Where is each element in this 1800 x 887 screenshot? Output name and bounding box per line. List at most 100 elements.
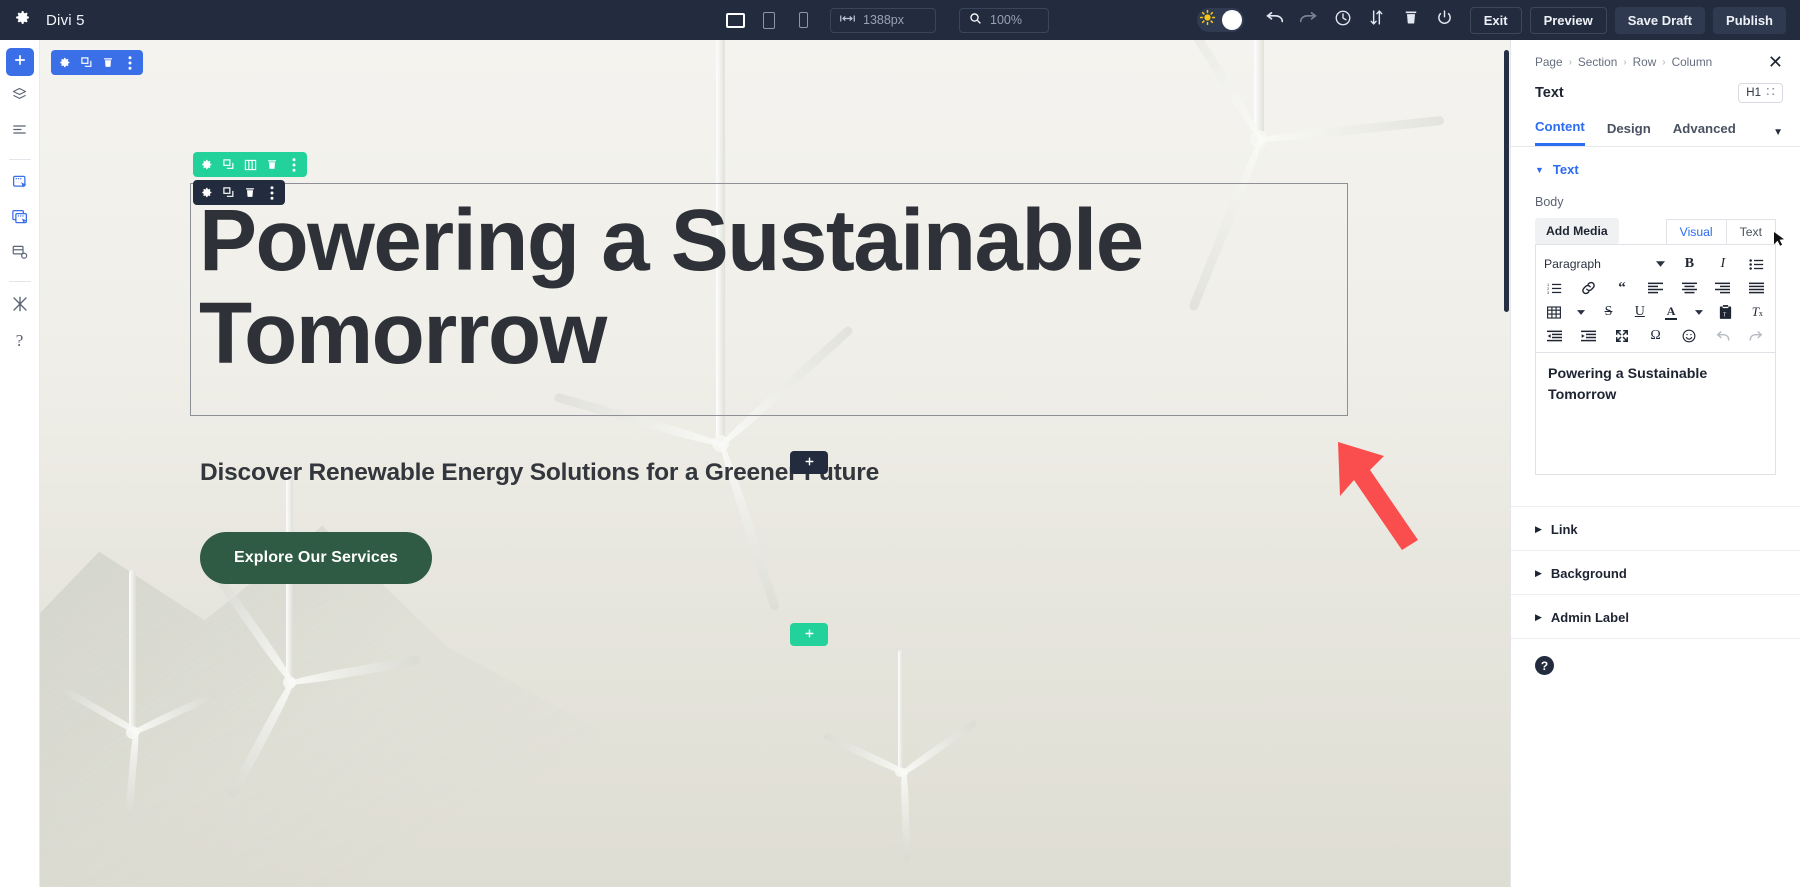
divi-settings-button[interactable] (0, 9, 44, 31)
undo-icon[interactable] (1706, 324, 1740, 348)
device-phone-button[interactable] (786, 5, 820, 35)
canvas-scrollbar[interactable] (1504, 50, 1509, 312)
align-left-icon[interactable] (1639, 276, 1673, 300)
wireframe-toggle[interactable] (1197, 8, 1244, 32)
align-right-icon[interactable] (1706, 276, 1740, 300)
paste-as-text-icon[interactable]: T (1710, 300, 1741, 324)
explore-our-services-button[interactable]: Explore Our Services (200, 532, 432, 584)
tab-advanced[interactable]: Advanced (1673, 121, 1736, 145)
tab-content[interactable]: Content (1535, 119, 1585, 146)
indent-icon[interactable] (1572, 324, 1606, 348)
section-header-admin-label[interactable]: ▶ Admin Label (1511, 595, 1800, 638)
caret-down-icon[interactable] (1648, 252, 1673, 276)
sidebar-item-add-module[interactable] (6, 48, 34, 76)
hero-subtitle[interactable]: Discover Renewable Energy Solutions for … (200, 459, 1350, 487)
trash-button[interactable] (1394, 3, 1428, 37)
heading-module-outline[interactable]: Powering a Sustainable Tomorrow (190, 183, 1348, 416)
exit-button[interactable]: Exit (1470, 7, 1522, 34)
zoom-control[interactable]: 100% (959, 8, 1049, 33)
blockquote-icon[interactable]: “ (1605, 276, 1639, 300)
viewport-width-control[interactable]: 1388px (830, 8, 936, 33)
hero-heading[interactable]: Powering a Sustainable Tomorrow (199, 194, 1339, 380)
section-header-text[interactable]: ▼ Text (1511, 147, 1800, 190)
row-settings-gear-icon[interactable] (196, 154, 216, 175)
device-desktop-button[interactable] (718, 5, 752, 35)
history-button[interactable] (1326, 3, 1360, 37)
sidebar-item-select-element[interactable] (6, 170, 34, 198)
section-label-link: Link (1551, 522, 1578, 537)
text-color-icon[interactable]: A (1655, 300, 1686, 324)
underline-icon[interactable]: U (1624, 300, 1655, 324)
row-toolbar[interactable] (193, 152, 307, 177)
top-toolbar: Divi 5 1388px 100% (0, 0, 1800, 40)
add-row-button[interactable] (790, 623, 828, 646)
row-duplicate-icon[interactable] (218, 154, 238, 175)
sidebar-item-responsive-preview[interactable] (6, 240, 34, 268)
publish-button[interactable]: Publish (1713, 7, 1786, 34)
breadcrumb-row[interactable]: Row (1633, 55, 1657, 69)
table-icon[interactable] (1538, 300, 1569, 324)
outdent-icon[interactable] (1538, 324, 1572, 348)
bullet-list-icon[interactable] (1740, 252, 1773, 276)
sort-button[interactable] (1360, 3, 1394, 37)
editor-text-area[interactable]: Powering a Sustainable Tomorrow (1535, 353, 1776, 475)
sidebar-item-layers[interactable] (6, 83, 34, 111)
module-more-dots-icon[interactable] (262, 182, 282, 203)
sidebar-item-multi-select[interactable] (6, 205, 34, 233)
module-settings-gear-icon[interactable] (196, 182, 216, 203)
section-header-link[interactable]: ▶ Link (1511, 507, 1800, 550)
heading-tag-selector[interactable]: H1 (1738, 83, 1783, 103)
italic-icon[interactable]: I (1706, 252, 1739, 276)
clear-formatting-icon[interactable]: Tx (1742, 300, 1773, 324)
section-more-dots-icon[interactable] (120, 52, 140, 73)
help-button[interactable]: ? (1535, 656, 1554, 675)
redo-icon[interactable] (1739, 324, 1773, 348)
tab-design[interactable]: Design (1607, 121, 1651, 145)
align-justify-icon[interactable] (1739, 276, 1773, 300)
redo-button[interactable] (1292, 3, 1326, 37)
numbered-list-icon[interactable]: 123 (1538, 276, 1572, 300)
section-settings-gear-icon[interactable] (54, 52, 74, 73)
preview-button[interactable]: Preview (1530, 7, 1607, 34)
page-canvas[interactable]: Powering a Sustainable Tomorrow Discover… (40, 40, 1510, 887)
add-media-button[interactable]: Add Media (1535, 218, 1619, 244)
section-delete-icon[interactable] (98, 52, 118, 73)
fullscreen-icon[interactable] (1605, 324, 1639, 348)
save-draft-button[interactable]: Save Draft (1615, 7, 1705, 34)
emoji-icon[interactable] (1672, 324, 1706, 348)
section-duplicate-icon[interactable] (76, 52, 96, 73)
caret-right-icon: ▶ (1535, 524, 1542, 535)
link-icon[interactable] (1572, 276, 1606, 300)
sidebar-item-help[interactable]: ? (6, 327, 34, 355)
bold-icon[interactable]: B (1673, 252, 1706, 276)
undo-button[interactable] (1258, 3, 1292, 37)
rail-divider-1 (9, 159, 31, 160)
module-toolbar[interactable] (193, 180, 285, 205)
breadcrumb-page[interactable]: Page (1535, 55, 1563, 69)
row-more-dots-icon[interactable] (284, 154, 304, 175)
sidebar-item-tools[interactable] (6, 292, 34, 320)
caret-down-icon[interactable] (1569, 300, 1593, 324)
row-delete-icon[interactable] (262, 154, 282, 175)
strikethrough-icon[interactable]: S (1593, 300, 1624, 324)
row-columns-icon[interactable] (240, 154, 260, 175)
section-toolbar[interactable] (51, 50, 143, 75)
module-delete-icon[interactable] (240, 182, 260, 203)
responsive-icon (11, 243, 29, 266)
chevron-down-icon[interactable]: ▼ (1773, 127, 1783, 138)
device-tablet-button[interactable] (752, 5, 786, 35)
breadcrumb-column[interactable]: Column (1672, 55, 1713, 69)
special-character-icon[interactable]: Ω (1639, 324, 1673, 348)
add-module-button[interactable] (790, 451, 828, 474)
tab-text[interactable]: Text (1727, 219, 1776, 244)
tab-visual[interactable]: Visual (1666, 219, 1727, 244)
paragraph-format-select[interactable]: Paragraph (1538, 252, 1648, 276)
module-duplicate-icon[interactable] (218, 182, 238, 203)
align-center-icon[interactable] (1672, 276, 1706, 300)
section-header-background[interactable]: ▶ Background (1511, 551, 1800, 594)
close-panel-button[interactable]: ✕ (1768, 53, 1783, 71)
power-button[interactable] (1428, 3, 1462, 37)
caret-down-icon[interactable] (1687, 300, 1711, 324)
breadcrumb-section[interactable]: Section (1578, 55, 1617, 69)
sidebar-item-list-view[interactable] (6, 118, 34, 146)
